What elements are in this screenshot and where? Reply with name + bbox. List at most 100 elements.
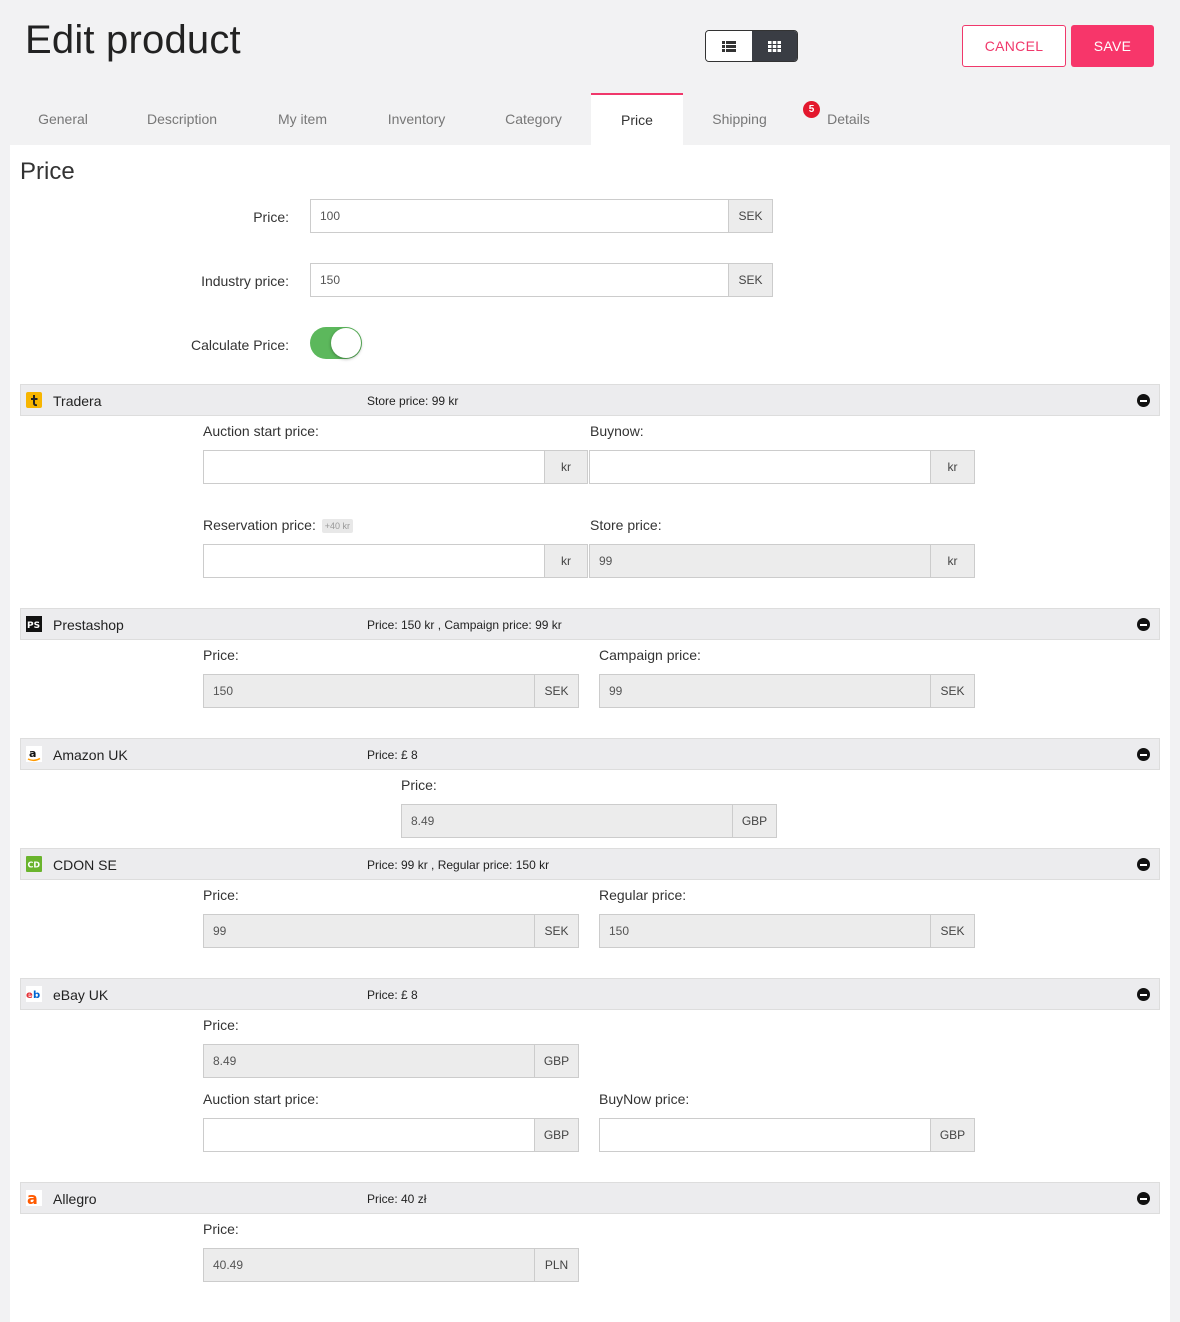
allegro-price-input[interactable]	[203, 1248, 534, 1282]
marketplace-summary: Store price: 99 kr	[367, 394, 459, 408]
ebay-buynow-label: BuyNow price:	[599, 1091, 690, 1107]
reservation-price-text: Reservation price:	[203, 517, 316, 533]
tab-my-item[interactable]: My item	[248, 93, 357, 145]
svg-text:a: a	[29, 747, 36, 760]
tradera-logo-icon	[26, 392, 42, 408]
ebay-buynow-input[interactable]	[599, 1118, 930, 1152]
calculate-price-label: Calculate Price:	[190, 337, 289, 353]
industry-price-currency: SEK	[728, 263, 773, 297]
collapse-icon[interactable]	[1137, 748, 1150, 761]
tab-category[interactable]: Category	[476, 93, 591, 145]
prestashop-logo-icon: PS	[26, 616, 42, 632]
marketplace-header-ebay[interactable]: e b eBay UK Price: £ 8	[20, 978, 1160, 1010]
marketplace-summary: Price: £ 8	[367, 988, 418, 1002]
tab-inventory[interactable]: Inventory	[357, 93, 476, 145]
tradera-auction-unit: kr	[544, 450, 588, 484]
tradera-buynow-input-group: kr	[589, 450, 975, 484]
amazon-price-unit: GBP	[732, 804, 777, 838]
tab-price[interactable]: Price	[591, 93, 683, 145]
ebay-price-input[interactable]	[203, 1044, 534, 1078]
cdon-price-input[interactable]	[203, 914, 534, 948]
regular-price-label: Regular price:	[599, 887, 687, 903]
tab-details[interactable]: Details 5	[796, 93, 901, 145]
campaign-price-label: Campaign price:	[599, 647, 701, 663]
calculate-price-toggle[interactable]	[310, 327, 362, 359]
prestashop-campaign-input[interactable]	[599, 674, 930, 708]
collapse-icon[interactable]	[1137, 618, 1150, 631]
svg-text:b: b	[33, 990, 40, 1001]
cdon-price-input-group: SEK	[203, 914, 579, 948]
amazon-price-input[interactable]	[401, 804, 732, 838]
marketplace-header-allegro[interactable]: a Allegro Price: 40 zł	[20, 1182, 1160, 1214]
content-panel	[10, 145, 1170, 1322]
list-view-button[interactable]	[706, 31, 752, 61]
notification-badge: 5	[803, 101, 820, 118]
marketplace-header-amazon[interactable]: a Amazon UK Price: £ 8	[20, 738, 1160, 770]
tradera-buynow-input[interactable]	[589, 450, 930, 484]
page-title: Edit product	[25, 18, 241, 62]
save-button[interactable]: SAVE	[1071, 25, 1154, 67]
price-input[interactable]	[310, 199, 728, 233]
allegro-logo-icon: a	[26, 1190, 42, 1206]
list-icon	[721, 40, 736, 52]
tradera-store-unit: kr	[930, 544, 975, 578]
store-price-label: Store price:	[590, 517, 662, 533]
price-currency: SEK	[728, 199, 773, 233]
tradera-buynow-unit: kr	[930, 450, 975, 484]
tradera-store-input-group: kr	[589, 544, 975, 578]
marketplace-summary: Price: 99 kr , Regular price: 150 kr	[367, 858, 550, 872]
cdon-regular-unit: SEK	[930, 914, 975, 948]
ebay-auction-start-input[interactable]	[203, 1118, 534, 1152]
reservation-price-label: Reservation price: +40 kr	[203, 517, 353, 534]
cancel-button[interactable]: CANCEL	[962, 25, 1066, 67]
svg-text:e: e	[26, 990, 33, 1001]
price-input-group: SEK	[310, 199, 773, 233]
cdon-price-unit: SEK	[534, 914, 579, 948]
ebay-logo-icon: e b	[26, 986, 42, 1002]
cdon-regular-price-input[interactable]	[599, 914, 930, 948]
ebay-price-label: Price:	[203, 1017, 239, 1033]
tradera-reservation-unit: kr	[544, 544, 588, 578]
marketplace-name: Allegro	[53, 1191, 97, 1207]
tab-details-label: Details	[827, 111, 870, 127]
marketplace-summary: Price: £ 8	[367, 748, 418, 762]
amazon-price-input-group: GBP	[401, 804, 777, 838]
industry-price-input-group: SEK	[310, 263, 773, 297]
prestashop-price-input-group: SEK	[203, 674, 579, 708]
svg-text:PS: PS	[27, 621, 40, 631]
price-label: Price:	[253, 209, 289, 225]
section-title: Price	[20, 158, 75, 185]
ebay-auction-start-label: Auction start price:	[203, 1091, 319, 1107]
tab-description[interactable]: Description	[116, 93, 248, 145]
cdon-price-label: Price:	[203, 887, 239, 903]
grid-view-button[interactable]	[751, 31, 797, 61]
ebay-price-unit: GBP	[534, 1044, 579, 1078]
tab-general[interactable]: General	[10, 93, 116, 145]
collapse-icon[interactable]	[1137, 858, 1150, 871]
auction-start-price-label: Auction start price:	[203, 423, 319, 439]
allegro-price-input-group: PLN	[203, 1248, 579, 1282]
collapse-icon[interactable]	[1137, 988, 1150, 1001]
marketplace-name: Tradera	[53, 393, 102, 409]
buynow-label: Buynow:	[590, 423, 644, 439]
collapse-icon[interactable]	[1137, 1192, 1150, 1205]
tradera-auction-start-input[interactable]	[203, 450, 544, 484]
ebay-auction-input-group: GBP	[203, 1118, 579, 1152]
marketplace-header-prestashop[interactable]: PS Prestashop Price: 150 kr , Campaign p…	[20, 608, 1160, 640]
marketplace-header-tradera[interactable]: Tradera Store price: 99 kr	[20, 384, 1160, 416]
tab-shipping[interactable]: Shipping	[683, 93, 796, 145]
marketplace-name: eBay UK	[53, 987, 109, 1003]
tradera-store-price-input[interactable]	[589, 544, 930, 578]
industry-price-input[interactable]	[310, 263, 728, 297]
tradera-auction-input-group: kr	[203, 450, 588, 484]
tradera-reservation-input-group: kr	[203, 544, 588, 578]
collapse-icon[interactable]	[1137, 394, 1150, 407]
marketplace-name: CDON SE	[53, 857, 117, 873]
view-toggle	[705, 30, 798, 62]
tab-bar: General Description My item Inventory Ca…	[10, 93, 901, 145]
marketplace-header-cdon[interactable]: CD CDON SE Price: 99 kr , Regular price:…	[20, 848, 1160, 880]
svg-text:CD: CD	[28, 861, 41, 870]
prestashop-price-input[interactable]	[203, 674, 534, 708]
ebay-buynow-input-group: GBP	[599, 1118, 975, 1152]
tradera-reservation-input[interactable]	[203, 544, 544, 578]
